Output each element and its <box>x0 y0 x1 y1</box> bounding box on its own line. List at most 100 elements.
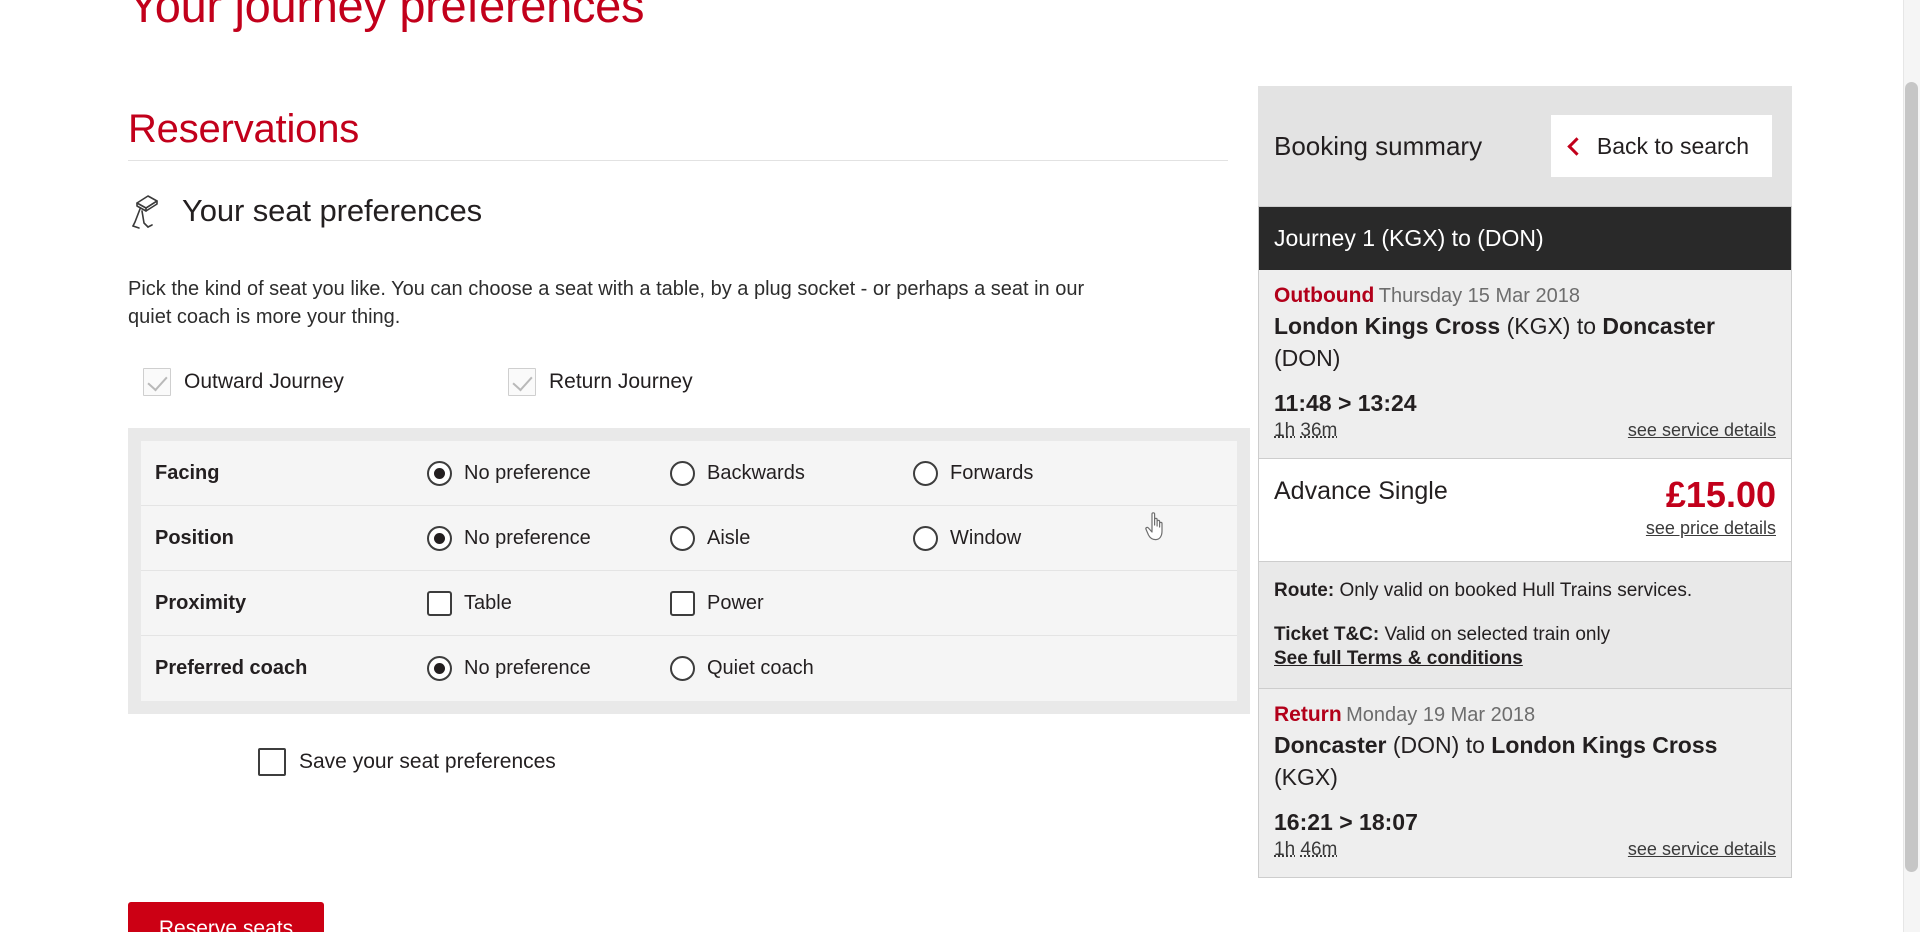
outbound-route-connector: to <box>1577 313 1596 339</box>
outbound-service-details-link[interactable]: see service details <box>1628 420 1776 441</box>
reclining-seat-icon <box>128 192 168 230</box>
back-to-search-button[interactable]: Back to search <box>1551 115 1772 177</box>
journey-toggle-return[interactable]: Return Journey <box>508 368 873 396</box>
return-service-details-link[interactable]: see service details <box>1628 839 1776 860</box>
radio-position-window-control[interactable] <box>913 526 938 551</box>
pref-row-facing: Facing No preference Backwards Forwards <box>141 441 1237 506</box>
radio-facing-backwards[interactable]: Backwards <box>670 461 913 486</box>
radio-coach-quiet-label: Quiet coach <box>707 657 814 680</box>
route-line: Route: Only valid on booked Hull Trains … <box>1274 578 1776 604</box>
return-kind-line: Return Monday 19 Mar 2018 <box>1274 703 1776 727</box>
radio-position-no-preference[interactable]: No preference <box>427 526 670 551</box>
return-date: Monday 19 Mar 2018 <box>1346 704 1535 726</box>
checkbox-proximity-power-label: Power <box>707 592 764 615</box>
radio-coach-no-preference[interactable]: No preference <box>427 656 670 681</box>
radio-position-aisle-label: Aisle <box>707 527 750 550</box>
title-divider <box>128 160 1228 161</box>
radio-coach-quiet[interactable]: Quiet coach <box>670 656 913 681</box>
main-content: Your journey preferences Reservations Yo… <box>128 0 1228 87</box>
chevron-left-icon <box>1567 137 1585 155</box>
radio-facing-forwards[interactable]: Forwards <box>913 461 1156 486</box>
radio-facing-forwards-label: Forwards <box>950 462 1033 485</box>
journey-header-bar: Journey 1 (KGX) to (DON) <box>1258 206 1792 270</box>
fare-right: £15.00 see price details <box>1646 477 1776 539</box>
seat-preferences-description: Pick the kind of seat you like. You can … <box>128 275 1118 331</box>
outbound-duration-hours: 1h <box>1274 420 1295 441</box>
checkbox-save-preferences[interactable] <box>258 748 286 776</box>
outbound-duration-minutes: 36m <box>1300 420 1337 441</box>
radio-position-aisle-control[interactable] <box>670 526 695 551</box>
price-details-link[interactable]: see price details <box>1646 518 1776 539</box>
journey-toggle-return-label: Return Journey <box>549 370 693 394</box>
return-duration-hours: 1h <box>1274 839 1295 860</box>
radio-facing-forwards-control[interactable] <box>913 461 938 486</box>
checkbox-proximity-power[interactable]: Power <box>670 591 913 616</box>
journey-toggle-group: Outward Journey Return Journey <box>143 368 873 396</box>
page-root: Your journey preferences Reservations Yo… <box>0 0 1920 932</box>
full-terms-link[interactable]: See full Terms & conditions <box>1274 648 1776 670</box>
fare-price: £15.00 <box>1666 474 1776 515</box>
return-from-code: (DON) <box>1393 732 1459 758</box>
checkbox-proximity-table-control[interactable] <box>427 591 452 616</box>
checkbox-proximity-power-control[interactable] <box>670 591 695 616</box>
pref-row-facing-label: Facing <box>155 462 427 485</box>
outbound-duration: 1h 36m <box>1274 420 1337 442</box>
outbound-times: 11:48 > 13:24 <box>1274 390 1776 417</box>
seat-preferences-heading: Your seat preferences <box>128 192 482 230</box>
pref-row-proximity-label: Proximity <box>155 592 427 615</box>
reserve-seats-button[interactable]: Reserve seats <box>128 902 324 932</box>
pref-row-proximity: Proximity Table Power <box>141 571 1237 636</box>
ticket-tc-value: Valid on selected train only <box>1385 624 1611 645</box>
return-footer: 1h 46m see service details <box>1274 839 1776 861</box>
outbound-kind: Outbound <box>1274 284 1374 307</box>
return-times: 16:21 > 18:07 <box>1274 809 1776 836</box>
radio-position-window-label: Window <box>950 527 1021 550</box>
outbound-to-name: Doncaster <box>1602 313 1714 339</box>
booking-summary-title: Booking summary <box>1274 131 1482 162</box>
pref-row-preferred-coach-label: Preferred coach <box>155 657 427 680</box>
outbound-kind-line: Outbound Thursday 15 Mar 2018 <box>1274 284 1776 308</box>
radio-facing-backwards-label: Backwards <box>707 462 805 485</box>
radio-facing-backwards-control[interactable] <box>670 461 695 486</box>
terms-block: Route: Only valid on booked Hull Trains … <box>1258 562 1792 689</box>
return-from-name: Doncaster <box>1274 732 1386 758</box>
outbound-date: Thursday 15 Mar 2018 <box>1379 285 1580 307</box>
seat-preferences-heading-label: Your seat preferences <box>182 193 482 229</box>
outbound-leg: Outbound Thursday 15 Mar 2018 London Kin… <box>1258 270 1792 459</box>
outbound-route: London Kings Cross (KGX) to Doncaster (D… <box>1274 310 1776 374</box>
radio-coach-no-preference-label: No preference <box>464 657 591 680</box>
return-kind: Return <box>1274 703 1342 726</box>
radio-coach-no-preference-control[interactable] <box>427 656 452 681</box>
section-title: Reservations <box>128 109 1228 149</box>
page-scrollbar-thumb[interactable] <box>1905 82 1918 872</box>
radio-coach-quiet-control[interactable] <box>670 656 695 681</box>
radio-facing-no-preference[interactable]: No preference <box>427 461 670 486</box>
pref-row-preferred-coach: Preferred coach No preference Quiet coac… <box>141 636 1237 701</box>
ticket-tc-label: Ticket T&C: <box>1274 624 1379 645</box>
radio-position-aisle[interactable]: Aisle <box>670 526 913 551</box>
radio-facing-no-preference-label: No preference <box>464 462 591 485</box>
checkbox-return-journey[interactable] <box>508 368 536 396</box>
radio-position-no-preference-label: No preference <box>464 527 591 550</box>
checkbox-outward-journey[interactable] <box>143 368 171 396</box>
booking-summary-header: Booking summary Back to search <box>1258 86 1792 206</box>
return-route-connector: to <box>1466 732 1485 758</box>
return-route: Doncaster (DON) to London Kings Cross (K… <box>1274 729 1776 793</box>
checkbox-proximity-table-label: Table <box>464 592 512 615</box>
outbound-to-code: (DON) <box>1274 345 1340 371</box>
pref-row-position-label: Position <box>155 527 427 550</box>
save-preferences-row[interactable]: Save your seat preferences <box>258 748 556 776</box>
page-scrollbar[interactable] <box>1903 0 1920 932</box>
outbound-from-code: (KGX) <box>1507 313 1571 339</box>
seat-preferences-table: Facing No preference Backwards Forwards … <box>128 428 1250 714</box>
back-to-search-label: Back to search <box>1597 133 1749 160</box>
radio-position-no-preference-control[interactable] <box>427 526 452 551</box>
checkbox-proximity-table[interactable]: Table <box>427 591 670 616</box>
return-to-code: (KGX) <box>1274 764 1338 790</box>
journey-toggle-outward[interactable]: Outward Journey <box>143 368 508 396</box>
radio-facing-no-preference-control[interactable] <box>427 461 452 486</box>
return-leg: Return Monday 19 Mar 2018 Doncaster (DON… <box>1258 689 1792 878</box>
radio-position-window[interactable]: Window <box>913 526 1156 551</box>
outbound-footer: 1h 36m see service details <box>1274 420 1776 442</box>
ticket-tc-line: Ticket T&C: Valid on selected train only <box>1274 622 1776 648</box>
